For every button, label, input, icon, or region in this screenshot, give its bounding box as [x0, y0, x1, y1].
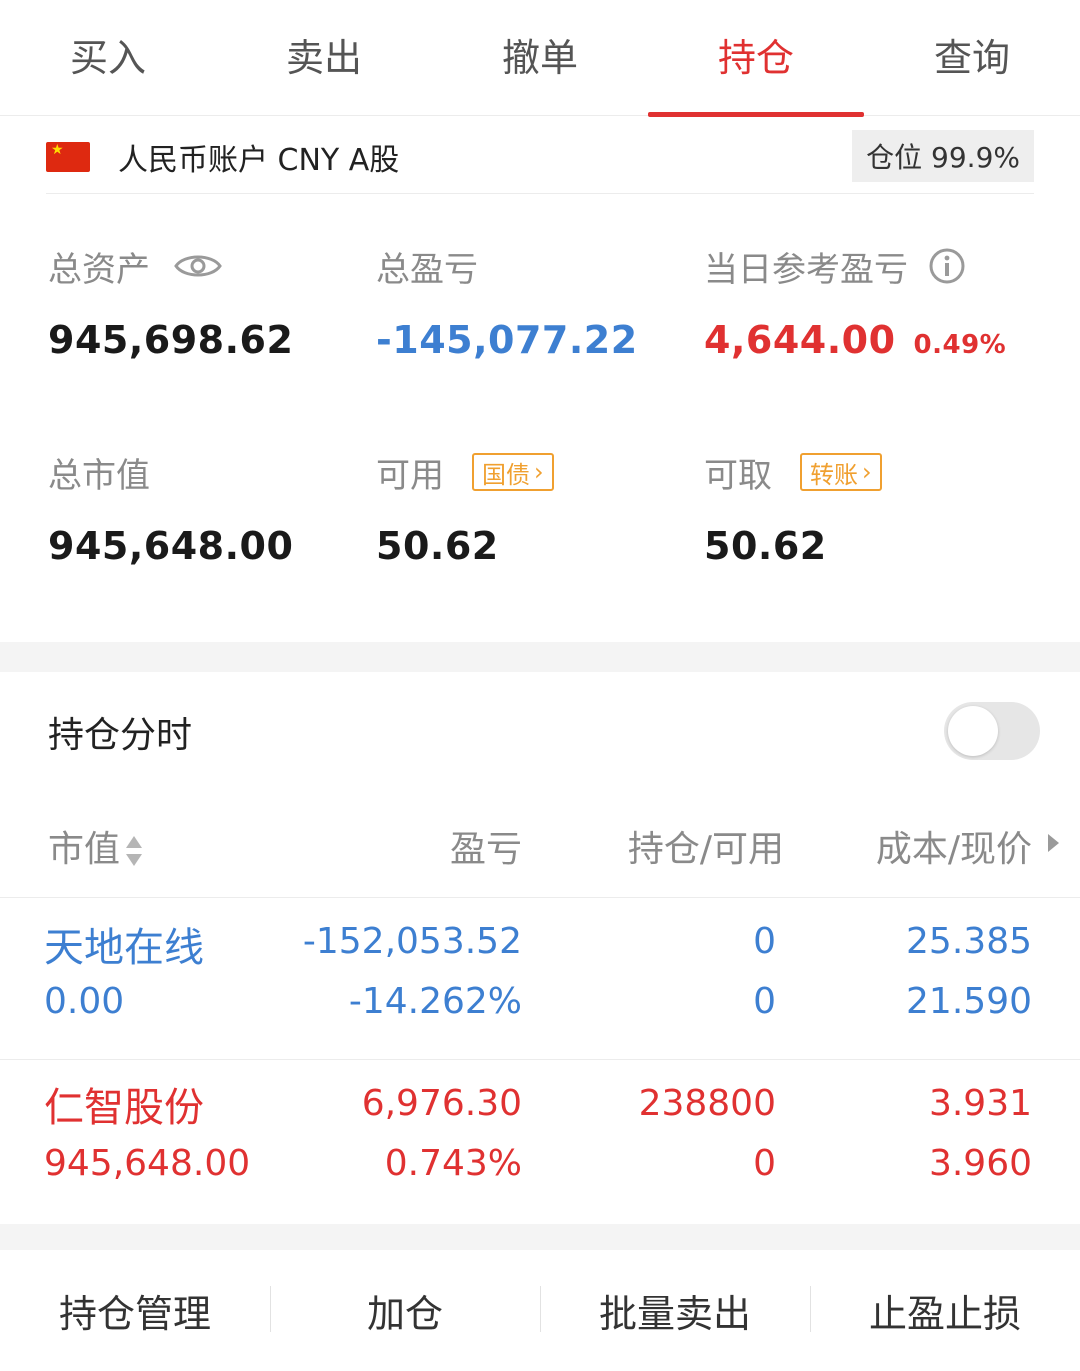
daily-pnl-percent: 0.49% — [913, 330, 1007, 360]
daily-pnl-cell: 当日参考盈亏 4,644.00 0.49% — [704, 244, 1006, 364]
total-assets-label: 总资产 — [48, 249, 150, 290]
scroll-right-icon[interactable] — [1048, 834, 1059, 852]
holdings-intraday-title: 持仓分时 — [48, 715, 193, 756]
chevron-right-icon: › — [862, 458, 872, 486]
stock-pnl: 6,976.30 — [361, 1083, 522, 1124]
stock-cost: 25.385 — [906, 921, 1032, 962]
daily-pnl-value: 4,644.00 — [704, 318, 896, 362]
tab-holdings[interactable]: 持仓 — [648, 0, 864, 117]
stock-available: 0 — [753, 981, 776, 1022]
withdrawable-label: 可取 — [704, 455, 772, 496]
section-divider — [0, 1224, 1080, 1250]
asset-summary: 总资产 945,698.62 总盈亏 -145,077.22 当日参考盈亏 4,… — [0, 194, 1080, 642]
total-assets-value: 945,698.62 — [48, 318, 294, 362]
holdings-intraday-toggle[interactable] — [944, 702, 1040, 760]
stock-market-value: 0.00 — [44, 981, 125, 1022]
add-position-button[interactable]: 加仓 — [270, 1250, 540, 1371]
treasury-bond-button[interactable]: 国债 › — [472, 453, 554, 491]
top-tab-bar: 买入 卖出 撤单 持仓 查询 — [0, 0, 1080, 117]
column-cost-price: 成本/现价 — [875, 829, 1032, 870]
market-value-cell: 总市值 945,648.00 — [48, 450, 293, 570]
transfer-button[interactable]: 转账 › — [800, 453, 882, 491]
withdrawable-cell: 可取 转账 › 50.62 — [704, 450, 882, 570]
stock-position: 0 — [753, 921, 776, 962]
holding-row[interactable]: 仁智股份 945,648.00 6,976.30 0.743% 238800 0… — [0, 1060, 1080, 1220]
account-label: 人民币账户 CNY A股 — [118, 142, 400, 178]
section-divider — [0, 642, 1080, 672]
holding-row[interactable]: 天地在线 0.00 -152,053.52 -14.262% 0 0 25.38… — [0, 900, 1080, 1060]
stock-position: 238800 — [638, 1083, 776, 1124]
daily-pnl-label: 当日参考盈亏 — [704, 249, 908, 290]
column-pnl: 盈亏 — [449, 829, 522, 870]
tab-buy[interactable]: 买入 — [0, 0, 216, 116]
total-assets-cell: 总资产 945,698.62 — [48, 244, 293, 364]
stock-price: 21.590 — [906, 981, 1032, 1022]
total-pnl-value: -145,077.22 — [376, 318, 638, 362]
position-management-button[interactable]: 持仓管理 — [0, 1250, 270, 1371]
tab-query[interactable]: 查询 — [864, 0, 1080, 116]
available-label: 可用 — [376, 455, 444, 496]
stock-pnl: -152,053.52 — [302, 921, 522, 962]
take-profit-stop-loss-button[interactable]: 止盈止损 — [810, 1250, 1080, 1371]
chevron-right-icon: › — [534, 458, 544, 486]
market-value-value: 945,648.00 — [48, 524, 294, 568]
stock-cost: 3.931 — [928, 1083, 1032, 1124]
china-flag-icon — [46, 141, 90, 172]
position-ratio-badge: 仓位 99.9% — [852, 130, 1034, 182]
withdrawable-value: 50.62 — [704, 524, 827, 568]
info-icon[interactable] — [928, 247, 966, 285]
tab-cancel-order[interactable]: 撤单 — [432, 0, 648, 116]
stock-pnl-percent: 0.743% — [384, 1143, 522, 1184]
batch-sell-button[interactable]: 批量卖出 — [540, 1250, 810, 1371]
sort-icon — [126, 836, 143, 866]
column-position-available: 持仓/可用 — [627, 829, 784, 870]
eye-icon[interactable] — [174, 251, 222, 281]
tab-sell[interactable]: 卖出 — [216, 0, 432, 116]
bottom-action-bar: 持仓管理 加仓 批量卖出 止盈止损 — [0, 1250, 1080, 1371]
total-pnl-cell: 总盈亏 -145,077.22 — [376, 244, 638, 364]
stock-name: 仁智股份 — [44, 1085, 204, 1131]
market-value-label: 总市值 — [48, 455, 150, 496]
stock-market-value: 945,648.00 — [44, 1143, 251, 1184]
available-cell: 可用 国债 › 50.62 — [376, 450, 554, 570]
column-market-value[interactable]: 市值 — [48, 820, 144, 872]
total-pnl-label: 总盈亏 — [376, 249, 478, 290]
stock-pnl-percent: -14.262% — [348, 981, 522, 1022]
available-value: 50.62 — [376, 524, 499, 568]
stock-available: 0 — [753, 1143, 776, 1184]
stock-name: 天地在线 — [44, 925, 204, 971]
stock-price: 3.960 — [928, 1143, 1032, 1184]
holdings-table-header: 市值 盈亏 持仓/可用 成本/现价 — [0, 800, 1080, 898]
account-row: 人民币账户 CNY A股 仓位 99.9% — [46, 120, 1034, 194]
